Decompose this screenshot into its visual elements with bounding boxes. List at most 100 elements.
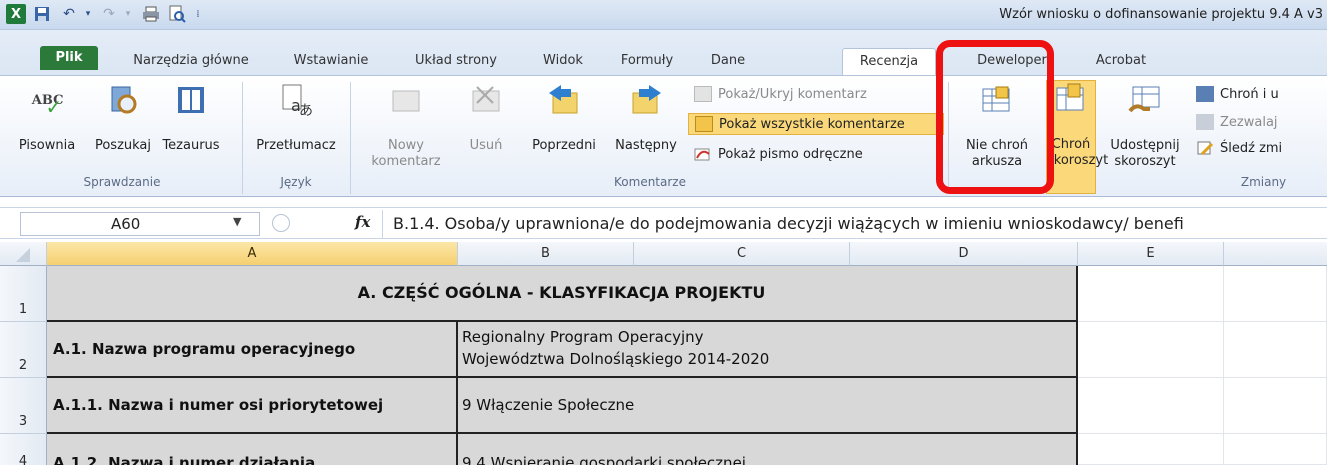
- row-number: 1: [18, 302, 28, 317]
- tab-home[interactable]: Narzędzia główne: [118, 48, 264, 76]
- cell-b4-merged[interactable]: 9.4 Wspieranie gospodarki społecznej: [458, 434, 1078, 465]
- track-changes-button[interactable]: Śledź zmi: [1196, 140, 1282, 156]
- new-comment-button[interactable]: Nowy komentarz: [368, 82, 444, 170]
- row-header[interactable]: 2: [0, 322, 47, 378]
- excel-window: X ↶ ▾ ↷ ▾ ⁞ Wzór wniosku o dofinansowani…: [0, 0, 1327, 465]
- protect-and-share-button[interactable]: Chroń i u: [1196, 86, 1279, 102]
- cell-f1[interactable]: [1224, 266, 1327, 322]
- column-header-a[interactable]: A: [47, 242, 458, 266]
- cell-f3[interactable]: [1224, 378, 1327, 434]
- column-header-c[interactable]: C: [634, 242, 850, 266]
- show-hide-comment-button[interactable]: Pokaż/Ukryj komentarz: [694, 86, 867, 102]
- spelling-button[interactable]: ABC ✓ Pisownia: [4, 82, 90, 154]
- cell-a1-merged[interactable]: A. CZĘŚĆ OGÓLNA - KLASYFIKACJA PROJEKTU: [47, 266, 1078, 322]
- tab-file[interactable]: Plik: [40, 46, 98, 70]
- show-ink-button[interactable]: Pokaż pismo odręczne: [694, 146, 863, 162]
- expand-icon[interactable]: [272, 214, 290, 232]
- name-box-dropdown-icon[interactable]: ▼: [233, 215, 241, 228]
- previous-comment-button[interactable]: Poprzedni: [522, 82, 606, 153]
- ribbon-review: ABC ✓ Pisownia Poszukaj Tezaurus Sprawdza…: [0, 75, 1327, 197]
- group-label-changes: Zmiany: [1240, 175, 1287, 189]
- new-comment-label-2: komentarz: [371, 154, 441, 169]
- redo-icon[interactable]: ↷: [98, 4, 120, 24]
- cell-b2-line1: Regionalny Program Operacyjny: [462, 328, 704, 346]
- column-header-e[interactable]: E: [1078, 242, 1224, 266]
- show-all-comments-icon: [695, 116, 713, 132]
- spelling-label: Pisownia: [18, 138, 76, 153]
- protect-workbook-label-1: Chroń: [1051, 137, 1091, 152]
- tab-insert[interactable]: Wstawianie: [282, 48, 380, 76]
- ink-icon: [694, 146, 712, 162]
- translate-button[interactable]: aあ Przetłumacz: [250, 82, 342, 153]
- tab-formulas[interactable]: Formuły: [608, 48, 686, 76]
- highlight-annotation: [936, 40, 1054, 194]
- previous-comment-label: Poprzedni: [532, 138, 596, 153]
- show-ink-label: Pokaż pismo odręczne: [718, 146, 863, 162]
- customize-toolbar-icon[interactable]: ⁞: [192, 4, 204, 24]
- show-all-comments-button[interactable]: Pokaż wszystkie komentarze: [688, 113, 944, 135]
- cell-e1[interactable]: [1078, 266, 1224, 322]
- title-bar: X ↶ ▾ ↷ ▾ ⁞ Wzór wniosku o dofinansowani…: [0, 0, 1327, 30]
- group-separator: [242, 82, 243, 194]
- new-comment-icon: [388, 82, 424, 118]
- cell-b3-merged[interactable]: 9 Włączenie Społeczne: [458, 378, 1078, 434]
- excel-logo-icon[interactable]: X: [6, 4, 26, 24]
- track-changes-icon: [1196, 140, 1214, 156]
- redo-dropdown-icon[interactable]: ▾: [122, 4, 134, 24]
- allow-users-button[interactable]: Zezwalaj: [1196, 114, 1278, 130]
- cell-e3[interactable]: [1078, 378, 1224, 434]
- protect-share-icon: [1196, 86, 1214, 102]
- column-header-b[interactable]: B: [458, 242, 634, 266]
- cell-f4[interactable]: [1224, 434, 1327, 465]
- row-number: 4: [18, 454, 28, 465]
- name-box[interactable]: A60: [20, 212, 260, 236]
- research-button[interactable]: Poszukaj: [92, 82, 154, 153]
- research-label: Poszukaj: [94, 138, 152, 153]
- column-header-f[interactable]: [1224, 242, 1327, 266]
- cell-b2-merged[interactable]: Regionalny Program Operacyjny Województw…: [458, 322, 1078, 378]
- row-header[interactable]: 3: [0, 378, 47, 434]
- print-preview-icon[interactable]: [166, 4, 188, 24]
- protect-share-label: Chroń i u: [1220, 86, 1279, 102]
- save-icon[interactable]: [32, 4, 52, 24]
- svg-text:あ: あ: [299, 103, 313, 117]
- spelling-icon: ABC ✓: [31, 92, 64, 120]
- undo-icon[interactable]: ↶: [58, 4, 80, 24]
- cell-a4[interactable]: A.1.2. Nazwa i numer działania: [47, 434, 458, 465]
- tab-view[interactable]: Widok: [532, 48, 594, 76]
- next-comment-icon: [628, 82, 664, 118]
- print-icon[interactable]: [140, 4, 162, 24]
- delete-comment-button[interactable]: Usuń: [462, 82, 510, 153]
- window-title: Wzór wniosku o dofinansowanie projektu 9…: [999, 7, 1323, 22]
- track-changes-label: Śledź zmi: [1220, 140, 1283, 156]
- insert-function-icon[interactable]: fx: [355, 213, 370, 231]
- formula-bar: A60 ▼ fx B.1.4. Osoba/y uprawniona/e do …: [0, 207, 1327, 239]
- group-label-comments: Komentarze: [614, 175, 686, 189]
- formula-input[interactable]: B.1.4. Osoba/y uprawniona/e do podejmowa…: [382, 210, 1327, 238]
- undo-dropdown-icon[interactable]: ▾: [82, 4, 94, 24]
- row-header[interactable]: 4: [0, 434, 47, 465]
- excel-logo-text: X: [6, 4, 26, 24]
- next-comment-button[interactable]: Następny: [604, 82, 688, 153]
- cell-a2[interactable]: A.1. Nazwa programu operacyjnego: [47, 322, 458, 378]
- ribbon-tabs: Plik Narzędzia główne Wstawianie Układ s…: [0, 30, 1327, 77]
- share-workbook-button[interactable]: Udostępnij skoroszyt: [1102, 82, 1188, 170]
- tab-acrobat[interactable]: Acrobat: [1082, 48, 1160, 76]
- thesaurus-button[interactable]: Tezaurus: [156, 82, 226, 153]
- cell-e4[interactable]: [1078, 434, 1224, 465]
- tab-page-layout[interactable]: Układ strony: [395, 48, 517, 76]
- tab-review[interactable]: Recenzja: [842, 48, 936, 77]
- protect-workbook-label-2: skoroszyt: [1047, 153, 1109, 168]
- cell-e2[interactable]: [1078, 322, 1224, 378]
- thesaurus-label: Tezaurus: [162, 138, 220, 153]
- column-header-d[interactable]: D: [850, 242, 1078, 266]
- row-header[interactable]: 1: [0, 266, 47, 322]
- select-all-corner[interactable]: [0, 242, 47, 266]
- cell-f2[interactable]: [1224, 322, 1327, 378]
- next-comment-label: Następny: [615, 138, 677, 153]
- group-label-proofing: Sprawdzanie: [83, 175, 161, 189]
- cell-a3[interactable]: A.1.1. Nazwa i numer osi priorytetowej: [47, 378, 458, 434]
- delete-comment-icon: [468, 82, 504, 118]
- cell-b2-line2: Województwa Dolnośląskiego 2014-2020: [462, 350, 770, 368]
- tab-data[interactable]: Dane: [698, 48, 758, 76]
